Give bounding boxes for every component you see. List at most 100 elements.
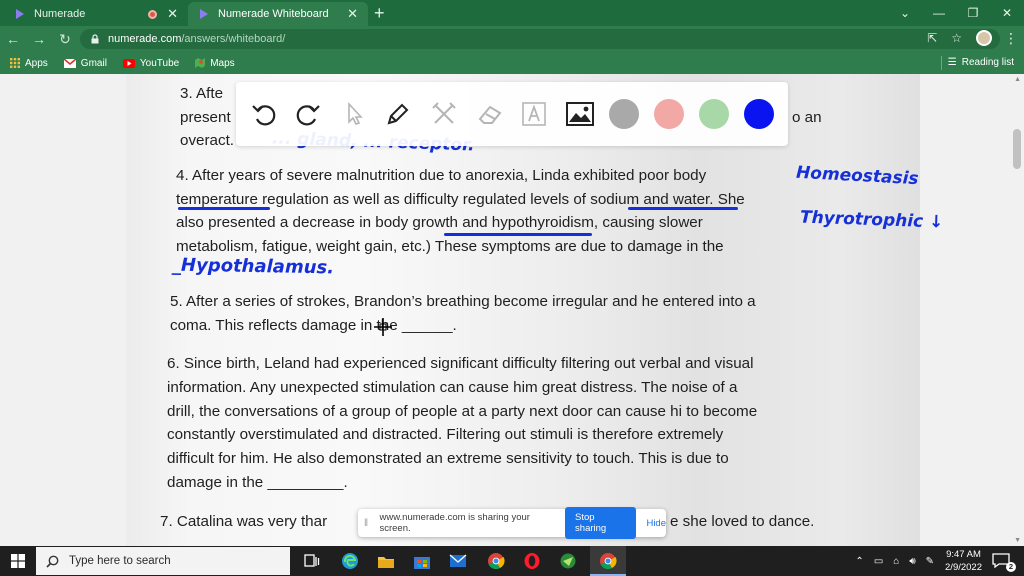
notification-center-button[interactable]: 2 [992,553,1016,572]
maps-icon [195,58,206,68]
pointer-icon [348,101,363,125]
pen-workspace-icon[interactable]: ✎ [926,556,934,567]
task-view-icon[interactable] [302,551,322,571]
handwriting-hypothalamus: _Hypothalamus. [171,254,335,279]
tools-icon [432,102,456,124]
close-window-icon[interactable]: ✕ [990,6,1024,20]
back-icon[interactable]: ← [0,31,26,47]
tab-search-icon[interactable]: ⌄ [888,6,922,20]
share-message: www.numerade.com is sharing your screen. [379,512,530,534]
forward-icon[interactable]: → [26,31,52,47]
close-tab-icon[interactable]: ✕ [347,6,358,22]
volume-icon[interactable]: 🔊︎ [909,556,915,567]
gmail-icon [63,58,76,68]
scroll-thumb[interactable] [1013,129,1021,169]
reading-list-label: Reading list [961,57,1014,68]
lock-icon[interactable] [90,34,100,44]
color-swatch-gray[interactable] [609,99,639,129]
q3-line: overact. [180,132,235,149]
question-4: 4. After years of severe malnutrition du… [176,164,745,258]
restore-icon[interactable]: ❐ [956,6,990,20]
image-icon [566,102,594,126]
new-tab-button[interactable]: + [374,3,385,24]
tab-numerade-whiteboard[interactable]: Numerade Whiteboard ✕ [188,2,368,26]
chrome-window-icon[interactable] [598,551,618,571]
redo-button[interactable] [290,96,326,132]
text-tool-button[interactable] [516,96,552,132]
question-3: 3. Afte present overact. [180,82,234,153]
q6-line: constantly overstimulated and distracted… [167,426,724,444]
q7-right: e she loved to dance. [670,513,815,530]
omnibox-actions: ⇱ ☆ [927,30,992,46]
menu-kebab-icon[interactable]: ⋮ [1004,30,1018,47]
q6-line: damage in the _________. [167,473,348,491]
bookmark-apps[interactable]: Apps [10,58,48,69]
scroll-up-icon[interactable]: ▲ [1014,76,1021,83]
q7-left: 7. Catalina was very thar [160,513,328,530]
windows-taskbar: Type here to search ⌃ ▭ ⌂ 🔊︎ ✎ 9:47 AM 2… [0,546,1024,576]
store-icon[interactable] [412,551,432,571]
pointer-tool-button[interactable] [336,96,372,132]
q3-line: present [180,108,231,126]
reading-list-icon: ☰ [947,57,957,68]
tab-numerade[interactable]: Numerade ✕ [4,2,188,26]
pen-tool-button[interactable] [380,96,416,132]
hide-button[interactable]: Hide [646,518,666,529]
apps-grid-icon [10,58,20,68]
bookmarks-bar: Apps Gmail YouTube Maps ☰ Reading list [0,52,1024,74]
start-button[interactable] [0,546,36,576]
numerade-favicon-icon [198,8,210,20]
bookmark-gmail[interactable]: Gmail [63,57,107,69]
clock[interactable]: 9:47 AM 2/9/2022 [945,548,982,574]
scroll-down-icon[interactable]: ▼ [1014,537,1021,544]
eraser-tool-button[interactable] [472,96,508,132]
edge-icon[interactable] [340,551,360,571]
color-swatch-green[interactable] [699,99,729,129]
q3-tail: o an [792,109,822,126]
network-icon[interactable]: ⌂ [893,556,899,567]
mail-icon[interactable] [448,551,468,571]
bookmark-maps[interactable]: Maps [195,58,235,69]
close-tab-icon[interactable]: ✕ [167,6,178,22]
bookmark-star-icon[interactable]: ☆ [951,31,962,45]
tab-title: Numerade [34,8,86,20]
profile-avatar[interactable] [976,30,992,46]
image-tool-button[interactable] [562,96,598,132]
q4-line: metabolism, fatigue, weight gain, etc.) … [176,237,724,255]
notification-count: 2 [1006,562,1016,572]
search-placeholder: Type here to search [69,555,171,567]
bookmark-label: Gmail [80,57,107,69]
tab-title: Numerade Whiteboard [218,8,329,20]
stop-sharing-button[interactable]: Stop sharing [565,507,637,539]
chrome-icon[interactable] [486,551,506,571]
file-explorer-icon[interactable] [376,551,396,571]
battery-icon[interactable]: ▭ [874,556,883,567]
reading-list-button[interactable]: ☰ Reading list [948,57,1014,68]
clock-date: 2/9/2022 [945,562,982,573]
opera-icon[interactable] [522,551,542,571]
bookmarks-separator [941,56,942,70]
question-5: 5. After a series of strokes, Brandon’s … [170,290,756,337]
color-swatch-pink[interactable] [654,99,684,129]
share-icon[interactable]: ⇱ [927,31,937,45]
color-swatch-blue[interactable] [744,99,774,129]
taskbar-search[interactable]: Type here to search [36,547,290,575]
system-tray: ⌃ ▭ ⌂ 🔊︎ ✎ 9:47 AM 2/9/2022 2 [850,546,1024,576]
minimize-icon[interactable]: — [922,6,956,20]
crosshair-cursor-icon [374,318,392,336]
q6-line: information. Any unexpected stimulation … [167,378,738,396]
whiteboard-toolbar [236,82,788,146]
bookmark-label: YouTube [139,57,180,69]
shapes-tool-button[interactable] [426,96,462,132]
text-icon [522,102,546,126]
app-icon[interactable] [558,551,578,571]
reload-icon[interactable]: ↻ [52,31,78,48]
address-bar[interactable]: numerade.com/answers/whiteboard/ ⇱ ☆ [80,29,1000,49]
page-scrollbar[interactable]: ▲ ▼ [1010,74,1024,546]
bookmark-youtube[interactable]: YouTube [122,57,180,69]
undo-button[interactable] [246,96,282,132]
chevron-up-icon[interactable]: ⌃ [855,556,863,567]
browser-tab-strip: Numerade ✕ Numerade Whiteboard ✕ + ⌄ — ❐… [0,0,1024,26]
search-icon [46,555,59,568]
drag-handle-icon[interactable]: ‖ [364,518,377,529]
